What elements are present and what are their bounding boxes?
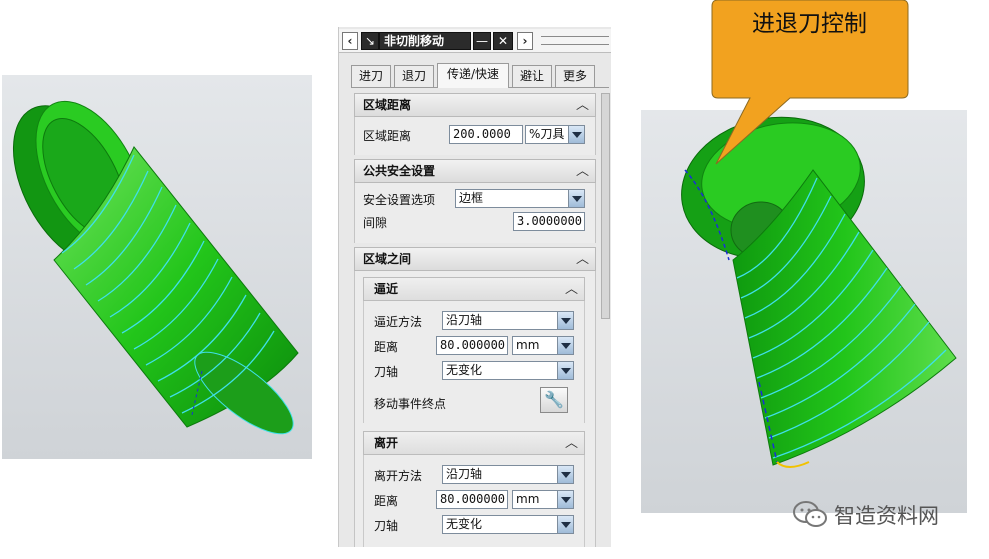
- section-title: 公共安全设置: [363, 164, 436, 178]
- move-event-endpoint-label: 移动事件终点: [374, 397, 447, 411]
- depart-method-select[interactable]: 沿刀轴: [442, 465, 574, 484]
- left-3d-viewport[interactable]: [2, 75, 312, 459]
- region-distance-unit-select[interactable]: %刀具: [525, 125, 585, 144]
- chevron-down-icon[interactable]: [557, 491, 573, 508]
- depart-distance-input[interactable]: 80.000000: [436, 490, 508, 509]
- subsection-title: 逼近: [374, 282, 399, 296]
- section-region-distance-header[interactable]: 区域距离 ︿: [354, 93, 596, 117]
- callout-text: 进退刀控制: [752, 11, 867, 37]
- screenshot-root: 进退刀控制 ‹ ↘ 非切削移动 — ✕ › 进刀 退刀 传递/快速 避让 更多 …: [0, 0, 989, 559]
- tab-transfer-rapid[interactable]: 传递/快速: [437, 63, 509, 88]
- chevron-down-icon[interactable]: [557, 362, 573, 379]
- approach-body: 逼近方法 沿刀轴 距离 80.000000 mm 刀轴 无变化 移动事件终点 🔧: [363, 301, 585, 423]
- approach-method-select[interactable]: 沿刀轴: [442, 311, 574, 330]
- chevron-down-icon[interactable]: [557, 516, 573, 533]
- right-part-model: [681, 116, 957, 468]
- depart-axis-label: 刀轴: [374, 519, 399, 533]
- clearance-label: 间隙: [363, 216, 388, 230]
- section-public-safety-body: 安全设置选项 边框 间隙 3.0000000: [354, 183, 596, 243]
- chevron-up-icon[interactable]: ︿: [576, 95, 589, 117]
- chevron-up-icon[interactable]: ︿: [565, 279, 578, 301]
- watermark-text: 智造资料网: [834, 504, 939, 528]
- approach-method-value: 沿刀轴: [446, 313, 483, 327]
- chevron-up-icon[interactable]: ︿: [576, 161, 589, 183]
- tab-engage[interactable]: 进刀: [351, 65, 391, 87]
- region-distance-input[interactable]: 200.0000: [449, 125, 523, 144]
- dialog-scrollbar[interactable]: [601, 93, 610, 319]
- tab-avoidance[interactable]: 避让: [512, 65, 552, 87]
- depart-method-value: 沿刀轴: [446, 467, 483, 481]
- section-between-regions-header[interactable]: 区域之间 ︿: [354, 247, 596, 271]
- non-cutting-moves-dialog: ‹ ↘ 非切削移动 — ✕ › 进刀 退刀 传递/快速 避让 更多 区域距离 ︿…: [338, 27, 611, 547]
- approach-header[interactable]: 逼近 ︿: [363, 277, 585, 301]
- chevron-down-icon[interactable]: [568, 126, 584, 143]
- left-part-model: [12, 100, 299, 435]
- pin-icon[interactable]: ↘: [361, 32, 379, 50]
- dialog-content: 区域距离 ︿ 区域距离 200.0000 %刀具 公共安全设置 ︿ 安全设置选项…: [354, 93, 599, 547]
- approach-method-label: 逼近方法: [374, 315, 423, 329]
- section-title: 区域之间: [363, 252, 412, 266]
- depart-distance-label: 距离: [374, 494, 399, 508]
- safety-option-label: 安全设置选项: [363, 193, 436, 207]
- depart-unit-value: mm: [516, 492, 540, 506]
- depart-axis-value: 无变化: [446, 517, 483, 531]
- approach-axis-value: 无变化: [446, 363, 483, 377]
- approach-axis-select[interactable]: 无变化: [442, 361, 574, 380]
- approach-distance-unit-select[interactable]: mm: [512, 336, 574, 355]
- clearance-input[interactable]: 3.0000000: [513, 212, 585, 231]
- wechat-icon: [793, 501, 827, 527]
- tab-more[interactable]: 更多: [555, 65, 595, 87]
- chevron-down-icon[interactable]: [568, 190, 584, 207]
- right-3d-viewport[interactable]: [641, 110, 967, 513]
- tab-retract[interactable]: 退刀: [394, 65, 434, 87]
- depart-axis-select[interactable]: 无变化: [442, 515, 574, 534]
- chevron-left-icon[interactable]: ‹: [342, 32, 358, 50]
- depart-method-label: 离开方法: [374, 469, 423, 483]
- approach-distance-input[interactable]: 80.000000: [436, 336, 508, 355]
- approach-unit-value: mm: [516, 338, 540, 352]
- section-public-safety-header[interactable]: 公共安全设置 ︿: [354, 159, 596, 183]
- safety-option-value: 边框: [459, 191, 484, 205]
- chevron-up-icon[interactable]: ︿: [576, 249, 589, 271]
- titlebar-divider: [541, 44, 609, 45]
- section-between-regions-body: 逼近 ︿ 逼近方法 沿刀轴 距离 80.000000 mm 刀轴 无变化 移动事…: [354, 271, 596, 547]
- section-region-distance-body: 区域距离 200.0000 %刀具: [354, 117, 596, 155]
- wrench-icon[interactable]: 🔧: [540, 387, 568, 413]
- dialog-titlebar: ‹ ↘ 非切削移动 — ✕ ›: [339, 29, 611, 53]
- safety-option-select[interactable]: 边框: [455, 189, 585, 208]
- chevron-down-icon[interactable]: [557, 312, 573, 329]
- chevron-down-icon[interactable]: [557, 466, 573, 483]
- unit-value: %刀具: [529, 127, 565, 141]
- depart-body: 离开方法 沿刀轴 距离 80.000000 mm 刀轴 无变化: [363, 455, 585, 547]
- section-title: 区域距离: [363, 98, 412, 112]
- chevron-right-icon[interactable]: ›: [517, 32, 533, 50]
- approach-axis-label: 刀轴: [374, 365, 399, 379]
- titlebar-divider: [541, 36, 609, 37]
- chevron-down-icon[interactable]: [557, 337, 573, 354]
- region-distance-label: 区域距离: [363, 129, 412, 143]
- close-button[interactable]: ✕: [493, 32, 513, 50]
- subsection-title: 离开: [374, 436, 399, 450]
- approach-distance-label: 距离: [374, 340, 399, 354]
- depart-distance-unit-select[interactable]: mm: [512, 490, 574, 509]
- chevron-up-icon[interactable]: ︿: [565, 433, 578, 455]
- minimize-button[interactable]: —: [473, 32, 491, 50]
- dialog-title: 非切削移动: [379, 32, 471, 50]
- depart-header[interactable]: 离开 ︿: [363, 431, 585, 455]
